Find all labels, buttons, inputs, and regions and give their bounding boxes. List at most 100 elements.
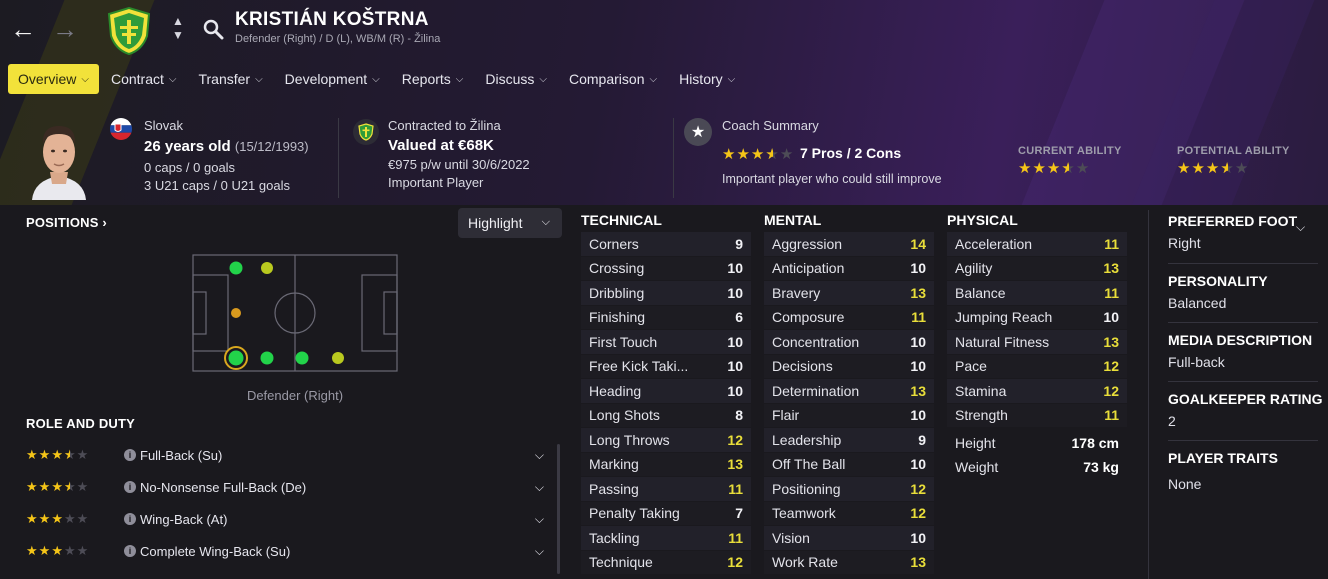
attribute-row[interactable]: Long Shots 8 xyxy=(581,403,751,428)
right-panel-divider xyxy=(1148,210,1149,579)
attribute-row[interactable]: Work Rate 13 xyxy=(764,550,934,575)
coach-pros-cons: 7 Pros / 2 Cons xyxy=(800,145,902,161)
attribute-row[interactable]: Bravery 13 xyxy=(764,281,934,306)
info-icon[interactable]: i xyxy=(124,545,136,557)
attribute-row[interactable]: Composure 11 xyxy=(764,305,934,330)
tab-overview[interactable]: Overview ⌵ xyxy=(8,64,99,94)
position-dot-dr[interactable] xyxy=(228,350,244,366)
positions-title[interactable]: POSITIONS › xyxy=(26,215,107,230)
attribute-row[interactable]: Agility 13 xyxy=(947,256,1127,281)
attribute-value: 11 xyxy=(1104,235,1119,252)
attribute-row[interactable]: Aggression 14 xyxy=(764,232,934,257)
tab-discuss[interactable]: Discuss ⌵ xyxy=(475,64,557,94)
position-dot-mr[interactable] xyxy=(295,351,309,365)
attribute-name: Decisions xyxy=(772,358,833,375)
role-row[interactable]: ★★★★★★ i Full-Back (Su) ⌵ xyxy=(26,444,556,466)
attribute-row[interactable]: Anticipation 10 xyxy=(764,256,934,281)
role-row[interactable]: ★★★★★ i Complete Wing-Back (Su) ⌵ xyxy=(26,540,556,562)
tab-development[interactable]: Development ⌵ xyxy=(275,64,390,94)
position-dot-wbr[interactable] xyxy=(260,351,274,365)
attribute-name: Bravery xyxy=(772,284,821,301)
attribute-row[interactable]: Flair 10 xyxy=(764,403,934,428)
attribute-row[interactable]: Tackling 11 xyxy=(581,526,751,551)
attribute-row[interactable]: Marking 13 xyxy=(581,452,751,477)
attribute-row[interactable]: Finishing 6 xyxy=(581,305,751,330)
club-crest-icon[interactable] xyxy=(106,6,152,56)
info-icon[interactable]: i xyxy=(124,449,136,461)
chevron-down-icon[interactable]: ▼ xyxy=(170,28,186,42)
tab-transfer[interactable]: Transfer ⌵ xyxy=(188,64,272,94)
chevron-up-icon[interactable]: ▲ xyxy=(170,14,186,28)
chevron-down-icon[interactable]: ⌵ xyxy=(1296,220,1305,235)
attribute-row[interactable]: Concentration 10 xyxy=(764,330,934,355)
player-name: KRISTIÁN KOŠTRNA xyxy=(235,9,429,30)
attribute-row[interactable]: Determination 13 xyxy=(764,379,934,404)
attribute-row[interactable]: Decisions 10 xyxy=(764,354,934,379)
arrow-right-icon: → xyxy=(52,13,78,44)
position-dot-mcl[interactable] xyxy=(261,262,273,274)
role-scrollbar[interactable] xyxy=(557,444,560,574)
attribute-row[interactable]: Natural Fitness 13 xyxy=(947,330,1127,355)
chevron-down-icon[interactable]: ⌵ xyxy=(535,480,544,495)
attribute-row[interactable]: Crossing 10 xyxy=(581,256,751,281)
attribute-row[interactable]: Corners 9 xyxy=(581,232,751,257)
squad-status: Important Player xyxy=(388,175,484,190)
attribute-row[interactable]: Heading 10 xyxy=(581,379,751,404)
attribute-row[interactable]: Off The Ball 10 xyxy=(764,452,934,477)
chevron-down-icon: ⌵ xyxy=(539,73,547,85)
age: 26 years old xyxy=(144,138,231,155)
info-icon[interactable]: i xyxy=(124,513,136,525)
coach-summary-title[interactable]: Coach Summary xyxy=(722,118,819,133)
role-name: Full-Back (Su) xyxy=(140,447,223,463)
attribute-row[interactable]: Pace 12 xyxy=(947,354,1127,379)
attribute-name: Concentration xyxy=(772,333,860,350)
role-row[interactable]: ★★★★★★ i No-Nonsense Full-Back (De) ⌵ xyxy=(26,476,556,498)
attribute-row[interactable]: Passing 11 xyxy=(581,477,751,502)
attribute-name: Agility xyxy=(955,260,993,277)
tab-comparison[interactable]: Comparison ⌵ xyxy=(559,64,667,94)
back-button[interactable]: ← xyxy=(8,14,38,44)
attribute-row[interactable]: Leadership 9 xyxy=(764,428,934,453)
role-row[interactable]: ★★★★★ i Wing-Back (At) ⌵ xyxy=(26,508,556,530)
highlight-dropdown[interactable]: Highlight ⌵ xyxy=(458,208,562,238)
attribute-name: Finishing xyxy=(589,309,646,326)
position-pitch[interactable] xyxy=(192,254,398,372)
attribute-row[interactable]: Free Kick Taki... 10 xyxy=(581,354,751,379)
chevron-down-icon[interactable]: ⌵ xyxy=(535,544,544,559)
club-badge-icon[interactable] xyxy=(353,119,379,145)
attribute-row[interactable]: Acceleration 11 xyxy=(947,232,1127,257)
attribute-row[interactable]: Strength 11 xyxy=(947,403,1127,428)
preferred-foot-title: PREFERRED FOOT xyxy=(1168,213,1298,229)
tab-reports[interactable]: Reports ⌵ xyxy=(392,64,474,94)
attribute-row[interactable]: Balance 11 xyxy=(947,281,1127,306)
tab-contract[interactable]: Contract ⌵ xyxy=(101,64,187,94)
attribute-row[interactable]: Technique 12 xyxy=(581,550,751,575)
attribute-row[interactable]: Dribbling 10 xyxy=(581,281,751,306)
position-dot-dm[interactable] xyxy=(231,308,241,318)
info-icon[interactable]: i xyxy=(124,481,136,493)
attribute-row[interactable]: Long Throws 12 xyxy=(581,428,751,453)
attribute-row[interactable]: Stamina 12 xyxy=(947,379,1127,404)
attribute-row[interactable]: Jumping Reach 10 xyxy=(947,305,1127,330)
attribute-value: 13 xyxy=(727,456,743,473)
attribute-row[interactable]: First Touch 10 xyxy=(581,330,751,355)
search-icon[interactable] xyxy=(202,18,224,40)
chevron-down-icon[interactable]: ⌵ xyxy=(535,512,544,527)
tab-label: Discuss xyxy=(485,71,535,87)
attribute-row[interactable]: Teamwork 12 xyxy=(764,501,934,526)
attribute-row[interactable]: Penalty Taking 7 xyxy=(581,501,751,526)
attribute-value: 10 xyxy=(1103,309,1119,326)
position-dot-amr[interactable] xyxy=(332,352,344,364)
attribute-name: Long Shots xyxy=(589,407,660,424)
tab-history[interactable]: History ⌵ xyxy=(669,64,745,94)
chevron-down-icon: ⌵ xyxy=(168,73,177,85)
position-dot-ml[interactable] xyxy=(229,261,243,275)
chevron-down-icon: ⌵ xyxy=(541,216,550,228)
attribute-row[interactable]: Positioning 12 xyxy=(764,477,934,502)
chevron-down-icon[interactable]: ⌵ xyxy=(535,448,544,463)
contract-label[interactable]: Contracted to Žilina xyxy=(388,118,501,133)
forward-button[interactable]: → xyxy=(50,14,80,44)
height-row: Height 178 cm xyxy=(947,435,1127,451)
player-switch-arrows[interactable]: ▲ ▼ xyxy=(170,14,186,46)
attribute-row[interactable]: Vision 10 xyxy=(764,526,934,551)
